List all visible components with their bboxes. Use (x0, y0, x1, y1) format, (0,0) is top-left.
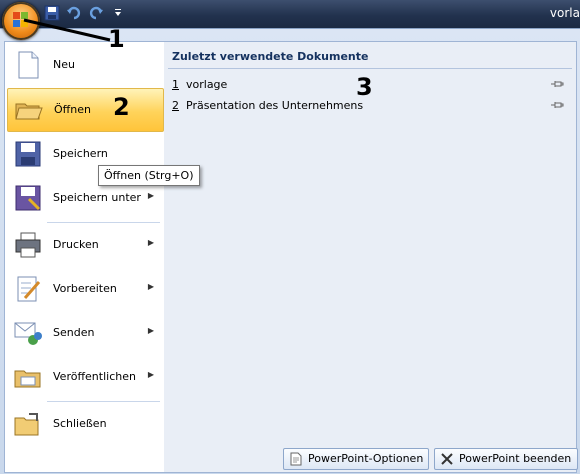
menu-item-label: Speichern unter (53, 191, 141, 204)
prepare-icon (17, 276, 41, 302)
recent-documents-panel: Zuletzt verwendete Dokumente 1 vorlage 2… (164, 41, 577, 473)
recent-documents-header: Zuletzt verwendete Dokumente (172, 50, 369, 63)
menu-command-list: Neu Öffnen Speichern Speichern unter ▶ D… (4, 41, 165, 473)
menu-item-label: Schließen (53, 417, 107, 430)
menu-item-label: Veröffentlichen (53, 370, 136, 383)
quick-access-toolbar (44, 4, 126, 22)
menu-item-label: Speichern (53, 147, 108, 160)
open-folder-icon (15, 103, 43, 120)
menu-item-publish[interactable]: Veröffentlichen ▶ (7, 356, 162, 398)
recent-document-name: vorlage (186, 78, 228, 91)
submenu-arrow-icon: ▶ (147, 282, 154, 291)
document-options-icon (290, 452, 302, 466)
annotation-label: 3 (356, 73, 373, 101)
tooltip: Öffnen (Strg+O) (98, 165, 200, 186)
annotation-label: 2 (113, 93, 130, 121)
close-folder-icon (14, 413, 39, 436)
redo-icon[interactable] (88, 5, 104, 21)
exit-button-label: PowerPoint beenden (459, 452, 572, 465)
publish-icon (14, 370, 41, 388)
menu-item-label: Drucken (53, 238, 99, 251)
save-as-icon (15, 185, 41, 211)
submenu-arrow-icon: ▶ (147, 370, 154, 379)
pin-icon[interactable] (550, 78, 564, 90)
submenu-arrow-icon: ▶ (147, 326, 154, 335)
recent-document-name: Präsentation des Unternehmens (186, 99, 364, 112)
menu-separator (47, 222, 160, 223)
submenu-arrow-icon: ▶ (147, 191, 154, 200)
submenu-arrow-icon: ▶ (147, 238, 154, 247)
pin-icon[interactable] (550, 99, 564, 111)
save-icon (15, 141, 41, 167)
send-icon (14, 322, 42, 345)
divider (168, 68, 572, 69)
new-document-icon (18, 51, 39, 79)
menu-item-label: Öffnen (54, 103, 91, 116)
undo-icon[interactable] (66, 5, 82, 21)
window-title: vorla (549, 6, 580, 20)
title-bar: vorla (0, 0, 580, 28)
options-button-label: PowerPoint-Optionen (308, 452, 424, 465)
recent-document-number: 1 (172, 78, 179, 91)
menu-item-label: Vorbereiten (53, 282, 117, 295)
menu-item-prepare[interactable]: Vorbereiten ▶ (7, 268, 162, 310)
menu-item-print[interactable]: Drucken ▶ (7, 224, 162, 266)
menu-item-open[interactable]: Öffnen (7, 88, 164, 132)
office-menu: Neu Öffnen Speichern Speichern unter ▶ D… (0, 28, 580, 474)
office-button[interactable] (2, 2, 40, 40)
save-icon[interactable] (44, 5, 60, 21)
close-icon (441, 453, 453, 465)
menu-separator (47, 401, 160, 402)
printer-icon (15, 232, 41, 258)
customize-icon[interactable] (110, 5, 126, 21)
options-button[interactable]: PowerPoint-Optionen (283, 448, 429, 470)
menu-item-close[interactable]: Schließen (7, 403, 162, 445)
menu-item-new[interactable]: Neu (7, 44, 162, 86)
menu-item-label: Senden (53, 326, 95, 339)
recent-document-number: 2 (172, 99, 179, 112)
menu-item-send[interactable]: Senden ▶ (7, 312, 162, 354)
menu-item-label: Neu (53, 58, 75, 71)
exit-button[interactable]: PowerPoint beenden (434, 448, 578, 470)
office-logo-icon (13, 12, 29, 28)
annotation-label: 1 (108, 25, 125, 53)
